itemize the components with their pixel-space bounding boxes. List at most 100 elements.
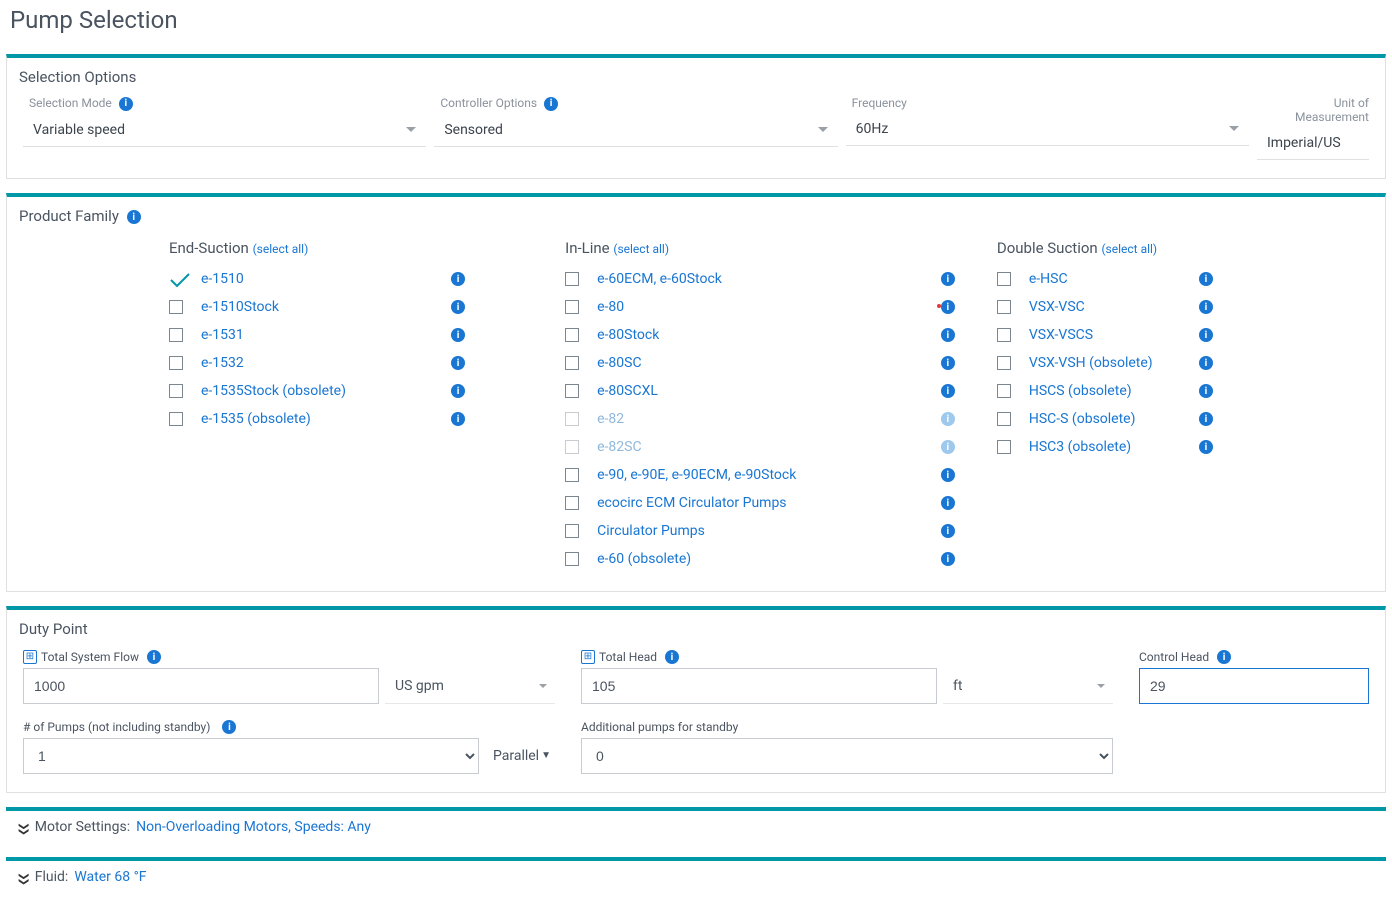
select-all-in-line[interactable]: (select all) xyxy=(613,242,669,256)
checkbox[interactable] xyxy=(565,300,579,314)
checkbox[interactable] xyxy=(169,356,183,370)
additional-standby-label: Additional pumps for standby xyxy=(581,720,738,734)
product-family-link[interactable]: e-1510Stock xyxy=(201,299,451,315)
num-pumps-select[interactable]: 1 xyxy=(23,738,479,774)
checkbox[interactable] xyxy=(565,524,579,538)
checkbox[interactable] xyxy=(169,412,183,426)
info-icon[interactable]: i xyxy=(1217,650,1231,664)
checkbox[interactable] xyxy=(997,412,1011,426)
checkbox[interactable] xyxy=(997,384,1011,398)
additional-standby-select[interactable]: 0 xyxy=(581,738,1113,774)
product-family-link[interactable]: e-60ECM, e-60Stock xyxy=(597,271,941,287)
info-icon[interactable]: i xyxy=(147,650,161,664)
product-family-link[interactable]: e-60 (obsolete) xyxy=(597,551,941,567)
product-family-link[interactable]: e-80Stock xyxy=(597,327,941,343)
info-icon[interactable]: i xyxy=(127,210,141,224)
checkbox[interactable] xyxy=(997,356,1011,370)
product-family-link[interactable]: e-80SCXL xyxy=(597,383,941,399)
product-family-link[interactable]: e-1535 (obsolete) xyxy=(201,411,451,427)
info-icon[interactable]: i xyxy=(941,496,955,510)
checkbox[interactable] xyxy=(997,300,1011,314)
frequency-select[interactable]: 60Hz xyxy=(846,112,1249,146)
checkbox[interactable] xyxy=(565,468,579,482)
info-icon[interactable]: i xyxy=(941,524,955,538)
select-all-end-suction[interactable]: (select all) xyxy=(253,242,309,256)
info-icon[interactable]: i xyxy=(941,468,955,482)
info-icon[interactable]: i xyxy=(451,272,465,286)
info-icon[interactable]: i xyxy=(941,300,955,314)
info-icon[interactable]: i xyxy=(665,650,679,664)
total-system-flow-input[interactable] xyxy=(23,668,379,704)
info-icon[interactable]: i xyxy=(1199,384,1213,398)
product-family-link[interactable]: e-90, e-90E, e-90ECM, e-90Stock xyxy=(597,467,941,483)
product-family-link[interactable]: HSC3 (obsolete) xyxy=(1029,439,1199,455)
checkbox[interactable] xyxy=(565,552,579,566)
product-family-link[interactable]: e-HSC xyxy=(1029,271,1199,287)
chevron-double-down-icon: ❯❯ xyxy=(18,822,29,833)
info-icon[interactable]: i xyxy=(1199,272,1213,286)
info-icon[interactable]: i xyxy=(451,384,465,398)
product-family-link[interactable]: e-1535Stock (obsolete) xyxy=(201,383,451,399)
in-line-title: In-Line xyxy=(565,239,609,257)
arrangement-select[interactable]: Parallel ▼ xyxy=(485,738,555,774)
product-family-link[interactable]: HSCS (obsolete) xyxy=(1029,383,1199,399)
checkmark-icon[interactable] xyxy=(169,272,189,286)
total-head-unit-select[interactable]: ft xyxy=(943,668,1113,704)
info-icon[interactable]: i xyxy=(941,356,955,370)
info-icon[interactable]: i xyxy=(1199,328,1213,342)
info-icon[interactable]: i xyxy=(941,552,955,566)
info-icon[interactable]: i xyxy=(222,720,236,734)
info-icon[interactable]: i xyxy=(451,412,465,426)
product-family-item: VSX-VSCi xyxy=(997,293,1353,321)
info-icon[interactable]: i xyxy=(941,384,955,398)
checkbox[interactable] xyxy=(565,356,579,370)
product-family-link[interactable]: e-80 xyxy=(597,299,907,315)
checkbox[interactable] xyxy=(997,272,1011,286)
motor-settings-panel[interactable]: ❯❯ Motor Settings: Non-Overloading Motor… xyxy=(6,807,1386,843)
total-system-flow-label: Total System Flow xyxy=(41,650,139,664)
unit-of-measurement-select[interactable]: Imperial/US xyxy=(1257,126,1369,160)
selection-mode-select[interactable]: Variable speed xyxy=(23,113,426,147)
checkbox[interactable] xyxy=(169,300,183,314)
total-head-input[interactable] xyxy=(581,668,937,704)
info-icon[interactable]: i xyxy=(451,356,465,370)
checkbox[interactable] xyxy=(997,440,1011,454)
product-family-link[interactable]: ecocirc ECM Circulator Pumps xyxy=(597,495,941,511)
info-icon[interactable]: i xyxy=(941,272,955,286)
selection-options-label: Selection Options xyxy=(19,68,1373,86)
checkbox[interactable] xyxy=(565,496,579,510)
product-family-item: VSX-VSH (obsolete)i xyxy=(997,349,1353,377)
checkbox[interactable] xyxy=(565,384,579,398)
select-all-double-suction[interactable]: (select all) xyxy=(1101,242,1157,256)
product-family-link[interactable]: e-1510 xyxy=(201,271,451,287)
info-icon[interactable]: i xyxy=(1199,440,1213,454)
controller-options-select[interactable]: Sensored xyxy=(434,113,837,147)
info-icon[interactable]: i xyxy=(544,97,558,111)
info-icon[interactable]: i xyxy=(451,300,465,314)
product-family-link[interactable]: e-1531 xyxy=(201,327,451,343)
product-family-link[interactable]: VSX-VSH (obsolete) xyxy=(1029,355,1199,371)
product-family-link[interactable]: VSX-VSCS xyxy=(1029,327,1199,343)
total-system-flow-unit-select[interactable]: US gpm xyxy=(385,668,555,704)
product-family-link[interactable]: e-80SC xyxy=(597,355,941,371)
product-family-link[interactable]: VSX-VSC xyxy=(1029,299,1199,315)
checkbox[interactable] xyxy=(169,384,183,398)
product-family-link[interactable]: Circulator Pumps xyxy=(597,523,941,539)
info-icon[interactable]: i xyxy=(941,328,955,342)
checkbox[interactable] xyxy=(565,272,579,286)
info-icon[interactable]: i xyxy=(1199,356,1213,370)
info-icon[interactable]: i xyxy=(451,328,465,342)
checkbox[interactable] xyxy=(169,328,183,342)
product-family-link[interactable]: HSC-S (obsolete) xyxy=(1029,411,1199,427)
info-icon[interactable]: i xyxy=(119,97,133,111)
info-icon[interactable]: i xyxy=(1199,300,1213,314)
calculator-icon[interactable] xyxy=(23,650,37,664)
fluid-panel[interactable]: ❯❯ Fluid: Water 68 °F xyxy=(6,857,1386,893)
chevron-down-icon xyxy=(818,127,828,132)
checkbox[interactable] xyxy=(565,328,579,342)
control-head-input[interactable] xyxy=(1139,668,1369,704)
checkbox[interactable] xyxy=(997,328,1011,342)
calculator-icon[interactable] xyxy=(581,650,595,664)
product-family-link[interactable]: e-1532 xyxy=(201,355,451,371)
info-icon[interactable]: i xyxy=(1199,412,1213,426)
